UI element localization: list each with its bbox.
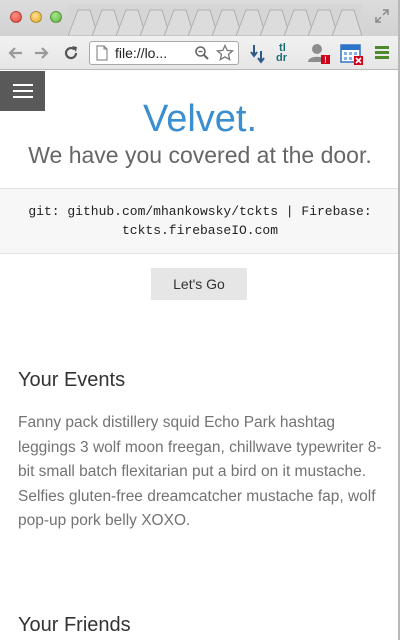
lets-go-button[interactable]: Let's Go <box>151 268 247 300</box>
page-icon <box>96 45 108 61</box>
events-heading: Your Events <box>18 369 126 391</box>
tab-strip[interactable] <box>68 4 363 36</box>
tldr-extension-button[interactable]: tl dr <box>276 42 298 64</box>
forward-button[interactable] <box>30 42 52 64</box>
hamburger-line <box>12 84 33 86</box>
svg-text:!: ! <box>324 56 327 65</box>
zoom-icon[interactable] <box>194 45 210 61</box>
person-extension-button[interactable]: ! <box>307 42 330 65</box>
reload-icon <box>64 46 78 60</box>
address-bar[interactable]: file://lo... <box>89 41 239 65</box>
tagline: We have you covered at the door. <box>28 142 372 168</box>
browser-window: file://lo... tl dr ! Velvet. We have you… <box>0 0 400 640</box>
repo-info-band: git: github.com/mhankowsky/tckts | Fireb… <box>0 188 398 254</box>
page-viewport: Velvet. We have you covered at the door.… <box>0 71 398 640</box>
fullscreen-icon[interactable] <box>374 8 390 24</box>
pocket-extension-button[interactable] <box>247 42 269 64</box>
close-window-button[interactable] <box>10 11 22 23</box>
reload-button[interactable] <box>60 42 82 64</box>
firebase-info-line: tckts.firebaseIO.com <box>121 223 279 238</box>
repo-info-line: git: github.com/mhankowsky/tckts | Fireb… <box>28 204 372 219</box>
calendar-extension-button[interactable] <box>340 42 363 65</box>
browser-toolbar: file://lo... tl dr ! <box>0 36 398 70</box>
friends-heading: Your Friends <box>18 614 131 636</box>
tldr-icon: tl dr <box>276 42 287 64</box>
url-text: file://lo... <box>115 45 168 61</box>
star-icon[interactable] <box>216 44 234 62</box>
arrow-left-icon <box>8 47 22 59</box>
person-icon: ! <box>308 44 330 65</box>
brand-title: Velvet. <box>142 98 258 140</box>
back-button[interactable] <box>5 42 27 64</box>
calendar-icon <box>340 44 363 65</box>
menu-icon <box>375 46 389 59</box>
hamburger-line <box>12 90 33 92</box>
zoom-window-button[interactable] <box>50 11 62 23</box>
minimize-window-button[interactable] <box>30 11 42 23</box>
events-description: Fanny pack distillery squid Echo Park ha… <box>18 414 382 529</box>
arrow-right-icon <box>35 47 49 59</box>
browser-menu-button[interactable] <box>373 42 395 64</box>
pocket-icon <box>250 45 265 64</box>
title-bar <box>0 0 398 36</box>
